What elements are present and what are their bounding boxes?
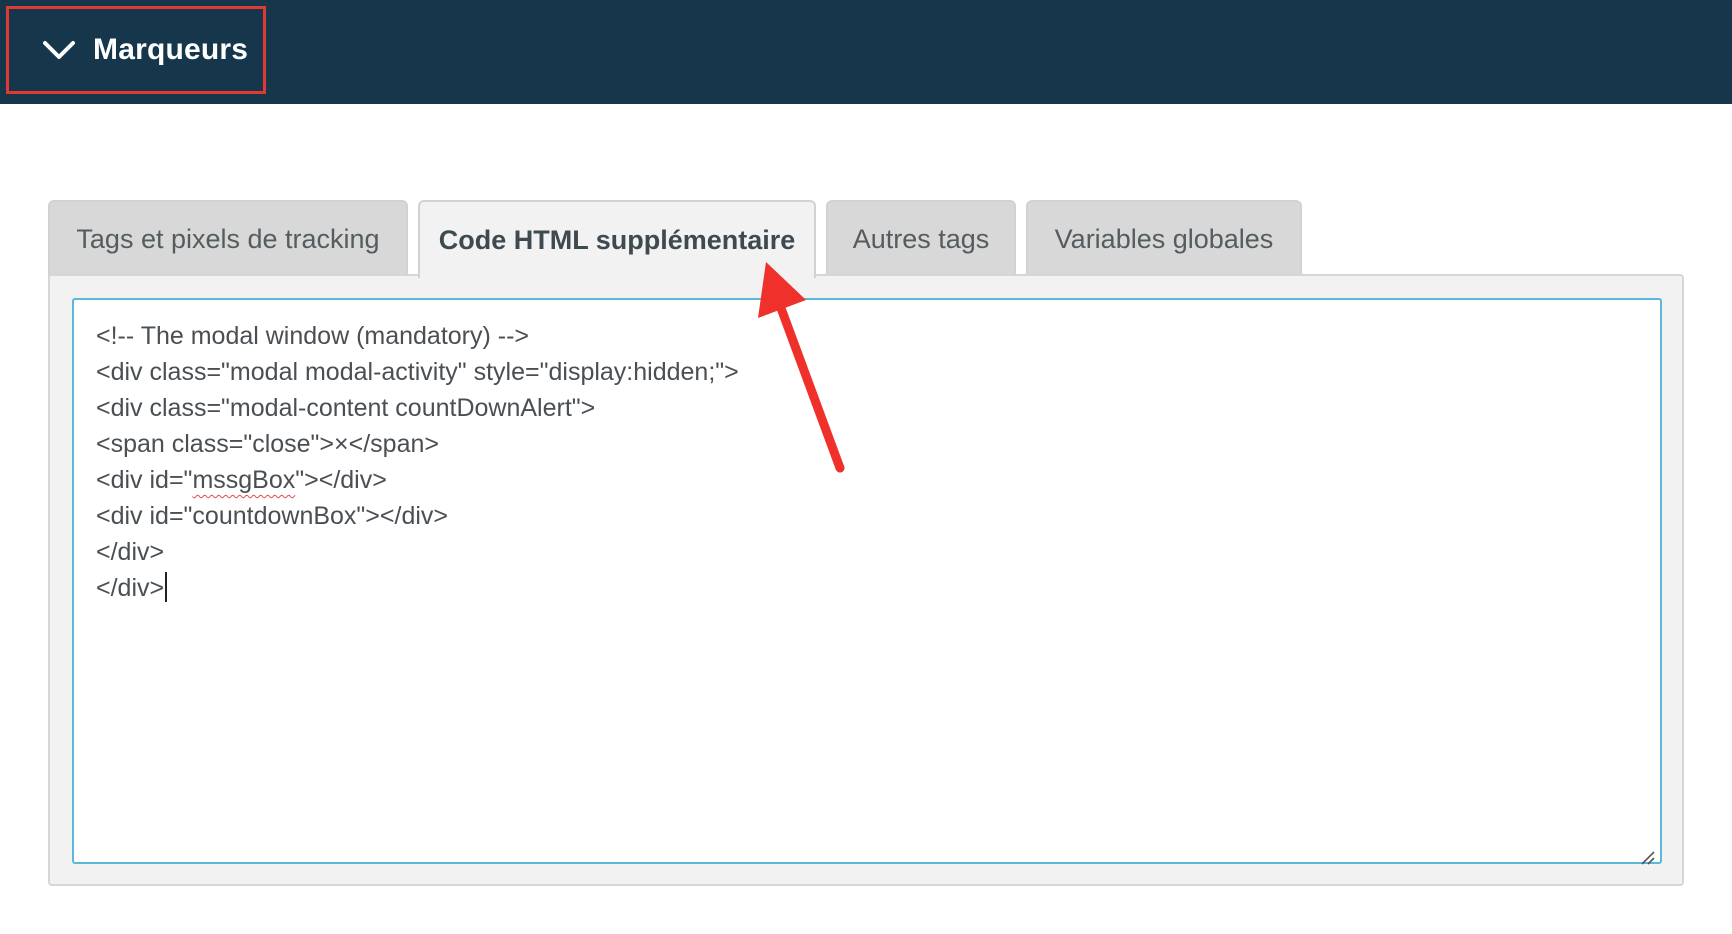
- code-line: <div id="countdownBox"></div>: [96, 502, 449, 530]
- code-line: </div>: [96, 538, 165, 566]
- code-line: <div class="modal modal-activity" style=…: [96, 358, 739, 386]
- section-title: Marqueurs: [93, 33, 249, 66]
- resize-grip-icon[interactable]: [1638, 840, 1656, 865]
- tab-autres-tags[interactable]: Autres tags: [826, 200, 1016, 276]
- tab-code-html[interactable]: Code HTML supplémentaire: [418, 200, 816, 278]
- code-fragment: </div>: [96, 574, 165, 602]
- code-line: <!-- The modal window (mandatory) -->: [96, 322, 530, 350]
- spellcheck-word: mssgBox: [192, 466, 296, 494]
- tab-panel: <!-- The modal window (mandatory) --> <d…: [48, 274, 1684, 886]
- code-fragment: "></div>: [295, 466, 387, 494]
- code-line: <div class="modal-content countDownAlert…: [96, 394, 596, 422]
- code-line: <span class="close">×</span>: [96, 430, 439, 458]
- chevron-down-icon: [39, 35, 79, 65]
- tab-variables-globales[interactable]: Variables globales: [1026, 200, 1302, 276]
- html-code-textarea[interactable]: <!-- The modal window (mandatory) --> <d…: [72, 298, 1662, 865]
- tab-tags-pixels[interactable]: Tags et pixels de tracking: [48, 200, 408, 276]
- code-line: <div id="mssgBox"></div>: [96, 462, 1638, 498]
- marqueurs-toggle[interactable]: Marqueurs: [6, 6, 266, 94]
- text-caret: [165, 572, 168, 602]
- code-fragment: <div id=": [96, 466, 193, 494]
- code-line: </div>: [96, 570, 1638, 606]
- section-header: Marqueurs: [0, 0, 1732, 104]
